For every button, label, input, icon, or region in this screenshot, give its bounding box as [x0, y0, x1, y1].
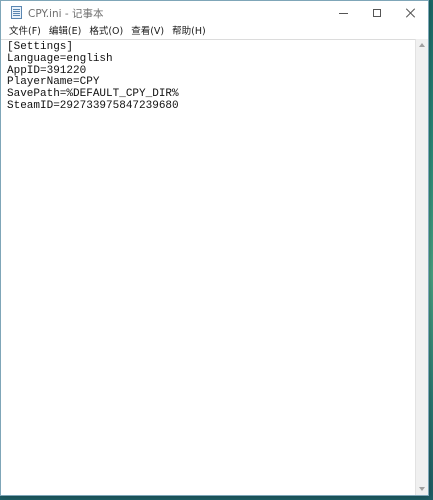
- maximize-button[interactable]: [360, 1, 394, 25]
- vertical-scrollbar[interactable]: [415, 39, 428, 495]
- menu-view[interactable]: 查看(V): [127, 25, 168, 39]
- text-line[interactable]: Language=english: [7, 53, 416, 66]
- menu-file[interactable]: 文件(F): [5, 25, 45, 39]
- scroll-up-icon[interactable]: [419, 43, 425, 47]
- close-icon: [406, 8, 416, 18]
- window-title: CPY.ini - 记事本: [28, 8, 104, 20]
- close-button[interactable]: [394, 1, 428, 25]
- menu-bar: 文件(F) 编辑(E) 格式(O) 查看(V) 帮助(H): [1, 25, 428, 39]
- minimize-icon: [338, 12, 348, 14]
- scroll-down-icon[interactable]: [419, 487, 425, 491]
- menu-format[interactable]: 格式(O): [85, 25, 127, 39]
- menu-edit[interactable]: 编辑(E): [45, 25, 85, 39]
- notepad-icon[interactable]: [11, 6, 22, 19]
- menu-help[interactable]: 帮助(H): [168, 25, 210, 39]
- text-line[interactable]: SteamID=292733975847239680: [7, 100, 416, 113]
- text-editor[interactable]: [Settings] Language=english AppID=391220…: [1, 39, 416, 495]
- title-bar[interactable]: CPY.ini - 记事本: [1, 1, 428, 25]
- maximize-icon: [373, 9, 381, 17]
- minimize-button[interactable]: [326, 1, 360, 25]
- notepad-window: CPY.ini - 记事本 文件(F) 编辑(E) 格式(O) 查看(V) 帮助…: [0, 0, 429, 496]
